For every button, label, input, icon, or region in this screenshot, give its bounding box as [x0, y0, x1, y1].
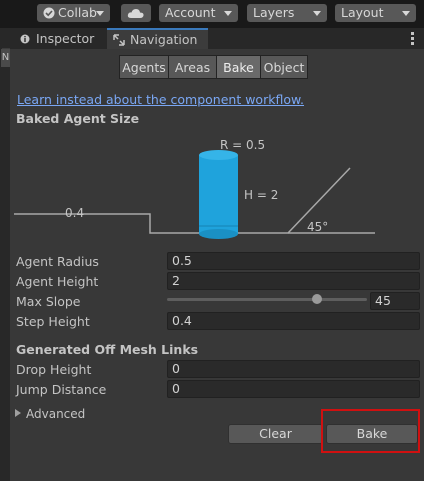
clear-button[interactable]: Clear [228, 424, 323, 444]
off-mesh-links-header: Generated Off Mesh Links [16, 342, 199, 357]
max-slope-slider-thumb[interactable] [312, 294, 322, 304]
step-height-label: Step Height [16, 314, 90, 329]
drop-height-label: Drop Height [16, 362, 92, 377]
height-label: H = 2 [244, 188, 279, 202]
slope-label: 45° [307, 220, 329, 234]
max-slope-field[interactable]: 45 [370, 292, 420, 310]
baked-agent-size-header: Baked Agent Size [16, 111, 140, 126]
agent-height-field[interactable]: 2 [167, 272, 420, 290]
window-tab-bar: Inspector Navigation [0, 28, 424, 68]
highlight-box [321, 409, 420, 453]
tab-navigation-label: Navigation [130, 32, 198, 47]
top-toolbar: Collab Account Layers Layout [0, 0, 424, 28]
drop-height-field[interactable]: 0 [167, 360, 420, 378]
layers-label: Layers [253, 5, 295, 20]
layers-dropdown[interactable]: Layers [247, 4, 327, 22]
agent-height-label: Agent Height [16, 274, 99, 289]
max-slope-label: Max Slope [16, 294, 81, 309]
cloud-button[interactable] [121, 4, 151, 22]
layout-label: Layout [341, 5, 384, 20]
component-workflow-link[interactable]: Learn instead about the component workfl… [17, 92, 304, 107]
max-slope-slider-track[interactable] [167, 298, 367, 301]
layout-dropdown[interactable]: Layout [335, 4, 416, 22]
account-label: Account [165, 5, 216, 20]
chevron-down-icon [224, 11, 232, 16]
collab-dropdown[interactable]: Collab [37, 4, 110, 22]
left-panel-strip: N [0, 49, 10, 481]
navigation-icon [113, 34, 125, 46]
radius-label: R = 0.5 [220, 138, 266, 152]
chevron-down-icon [313, 11, 321, 16]
advanced-foldout[interactable]: Advanced [26, 407, 85, 421]
step-height-field[interactable]: 0.4 [167, 312, 420, 330]
tab-bake[interactable]: Bake [216, 55, 261, 79]
account-dropdown[interactable]: Account [159, 4, 238, 22]
check-circle-icon [43, 7, 55, 19]
tab-inspector[interactable]: Inspector [14, 29, 106, 49]
info-icon [20, 34, 30, 44]
agent-radius-field[interactable]: 0.5 [167, 252, 420, 270]
collab-label: Collab [58, 5, 97, 20]
tab-navigation[interactable]: Navigation [107, 28, 208, 49]
tab-object[interactable]: Object [260, 55, 308, 79]
more-options-icon[interactable] [411, 32, 414, 45]
tab-agents[interactable]: Agents [119, 55, 169, 79]
agent-radius-label: Agent Radius [16, 254, 99, 269]
tab-inspector-label: Inspector [36, 31, 95, 46]
jump-distance-label: Jump Distance [16, 382, 107, 397]
left-panel-tab[interactable]: N [1, 49, 10, 67]
advanced-foldout-arrow-icon[interactable] [15, 409, 21, 417]
chevron-down-icon [96, 11, 104, 16]
chevron-down-icon [402, 11, 410, 16]
jump-distance-field[interactable]: 0 [167, 380, 420, 398]
agent-size-diagram [14, 150, 375, 239]
tab-areas[interactable]: Areas [168, 55, 217, 79]
step-label: 0.4 [65, 206, 85, 220]
cloud-icon [127, 9, 144, 18]
